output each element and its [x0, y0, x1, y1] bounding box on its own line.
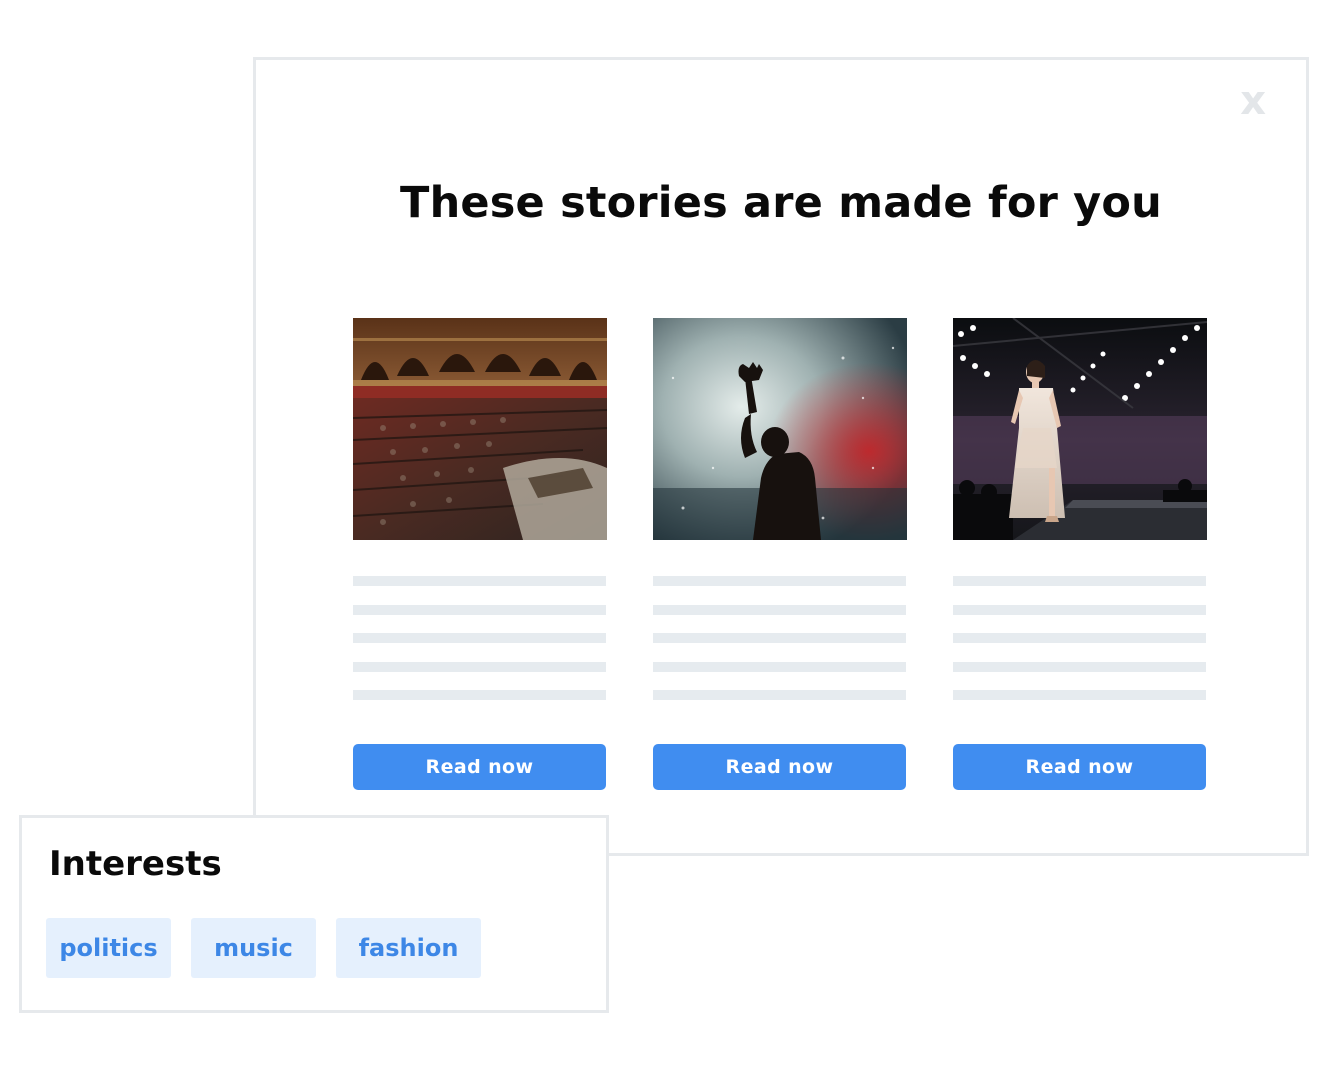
text-line [353, 605, 606, 615]
interests-panel: Interests politics music fashion [19, 815, 609, 1013]
text-line [653, 662, 906, 672]
text-line [653, 633, 906, 643]
runway-photo[interactable] [953, 318, 1207, 540]
stories-modal: x These stories are made for you Read no… [253, 57, 1309, 856]
text-line [653, 576, 906, 586]
interests-title: Interests [49, 844, 222, 884]
story-card-politics [353, 318, 607, 540]
concert-photo[interactable] [653, 318, 907, 540]
text-line [353, 690, 606, 700]
text-line [353, 662, 606, 672]
interest-tag-music[interactable]: music [191, 918, 316, 978]
parliament-photo[interactable] [353, 318, 607, 540]
read-now-button-music[interactable]: Read now [653, 744, 906, 790]
interest-tag-fashion[interactable]: fashion [336, 918, 481, 978]
close-icon[interactable]: x [1240, 76, 1266, 126]
modal-title: These stories are made for you [400, 178, 1162, 228]
text-line [353, 576, 606, 586]
story-card-fashion [953, 318, 1207, 540]
story-card-music [653, 318, 907, 540]
text-line [953, 576, 1206, 586]
text-line [953, 605, 1206, 615]
text-line [353, 633, 606, 643]
text-line [653, 605, 906, 615]
text-line [953, 662, 1206, 672]
read-now-button-fashion[interactable]: Read now [953, 744, 1206, 790]
read-now-button-politics[interactable]: Read now [353, 744, 606, 790]
interest-tag-politics[interactable]: politics [46, 918, 171, 978]
text-line [953, 633, 1206, 643]
text-line [653, 690, 906, 700]
text-line [953, 690, 1206, 700]
